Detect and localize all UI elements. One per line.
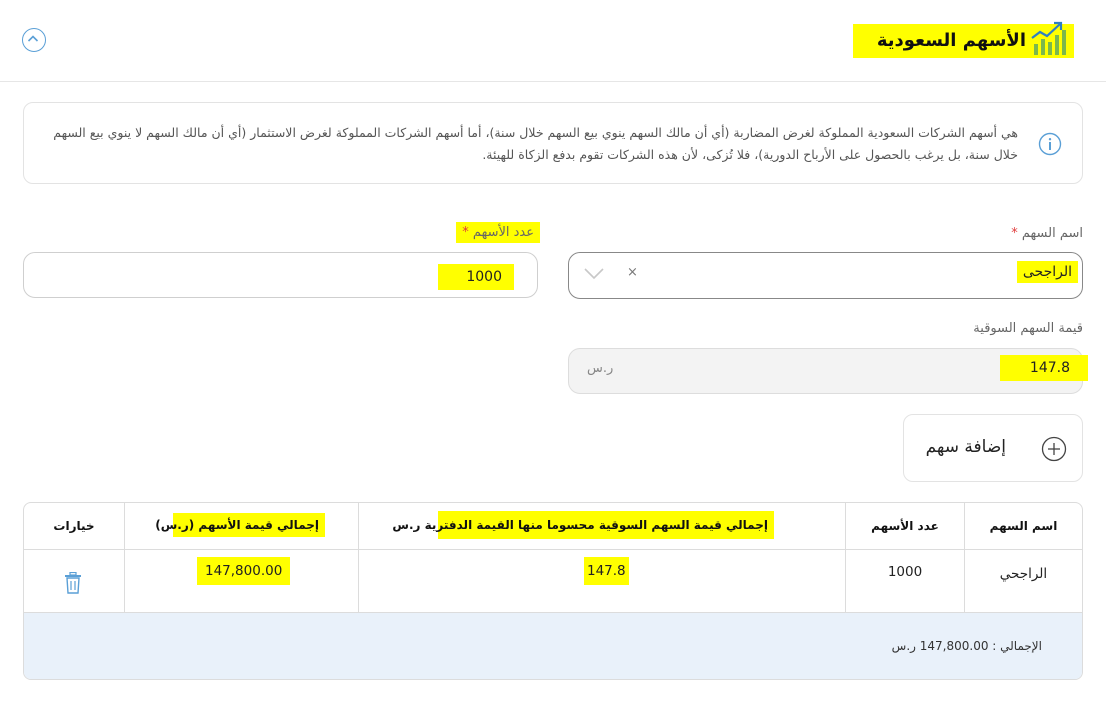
collapse-button[interactable]	[22, 28, 46, 52]
chevron-up-icon	[27, 35, 39, 42]
add-stock-button[interactable]: إضافة سهم	[903, 414, 1083, 482]
panel-title-block: الأسهم السعودية	[853, 21, 1074, 58]
shares-count-value: 1000	[438, 264, 514, 290]
stock-name-value: الراجحى	[1016, 261, 1078, 283]
stock-name-label: اسم السهم *	[1011, 226, 1083, 241]
info-icon	[1038, 132, 1062, 156]
required-mark: *	[1011, 226, 1018, 241]
table-total: الإجمالي : 147,800.00 ر.س	[891, 639, 1042, 653]
header-shares-total: إجمالي قيمة الأسهم (ر.س)	[155, 513, 325, 537]
page-title: الأسهم السعودية	[876, 30, 1026, 51]
plus-circle-icon	[1041, 436, 1067, 462]
shares-count-label: عدد الأسهم *	[456, 222, 540, 243]
clear-selection-icon[interactable]: ×	[627, 265, 638, 280]
required-mark: *	[462, 225, 469, 240]
currency-unit: ر.س	[587, 361, 614, 376]
panel-header: الأسهم السعودية	[0, 0, 1106, 82]
add-stock-label: إضافة سهم	[925, 437, 1006, 457]
row-stock-name: الراجحي	[999, 566, 1048, 582]
row-shares-count: 1000	[887, 564, 923, 580]
row-market-total: 147.8	[584, 557, 629, 585]
market-value-value: 147.8	[999, 355, 1088, 381]
info-box: هي أسهم الشركات السعودية المملوكة لغرض ا…	[23, 102, 1083, 184]
growth-chart-icon	[1031, 21, 1066, 55]
shares-count-label-text: عدد الأسهم	[472, 225, 534, 240]
chevron-down-icon[interactable]	[583, 267, 605, 281]
header-shares-count: عدد الأسهم	[871, 519, 939, 533]
market-value-field: ر.س 147.8	[568, 348, 1088, 394]
saudi-stocks-panel: الأسهم السعودية هي أسهم الشركات السعودية…	[0, 0, 1106, 708]
trash-icon[interactable]	[64, 572, 82, 594]
market-value-label: قيمة السهم السوقية	[973, 321, 1083, 336]
info-text: هي أسهم الشركات السعودية المملوكة لغرض ا…	[53, 125, 1018, 162]
shares-count-input[interactable]: 1000	[23, 252, 538, 298]
table-row: الراجحي 1000 147.8 147,800.00	[24, 550, 1082, 612]
stock-name-label-text: اسم السهم	[1021, 226, 1083, 241]
stock-name-select[interactable]: الراجحى ×	[568, 252, 1083, 299]
table-footer: الإجمالي : 147,800.00 ر.س	[24, 613, 1082, 679]
row-shares-total: 147,800.00	[197, 557, 291, 585]
header-stock-name: اسم السهم	[989, 519, 1058, 533]
header-options: خيارات	[53, 519, 95, 533]
header-market-total: إجمالي قيمة السهم السوقية محسوما منها ال…	[392, 511, 774, 539]
stocks-table: اسم السهم عدد الأسهم إجمالي قيمة السهم ا…	[23, 502, 1083, 680]
